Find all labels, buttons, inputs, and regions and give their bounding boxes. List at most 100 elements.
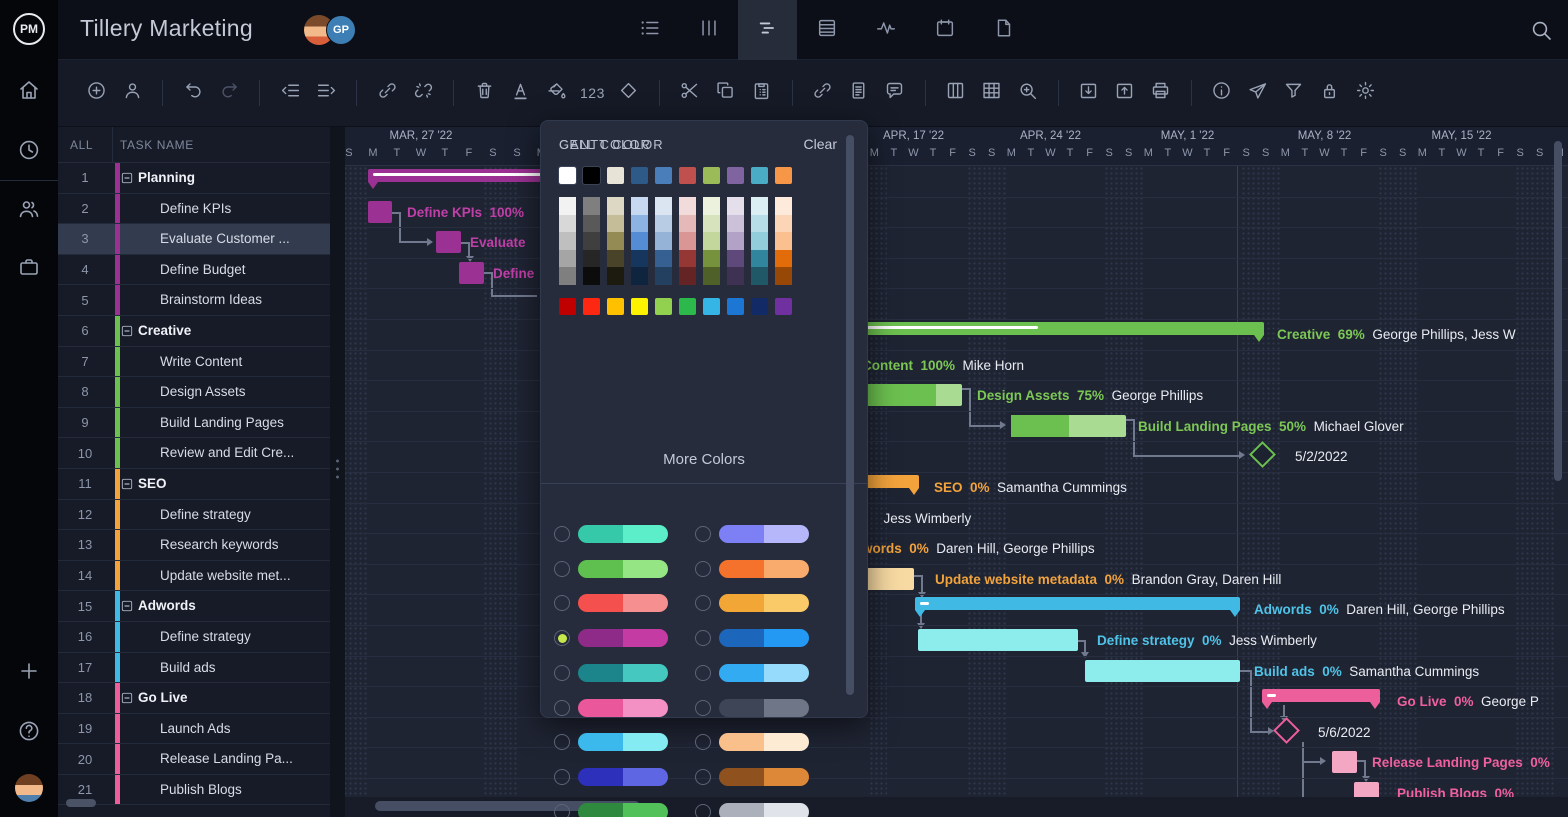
shade-column-1[interactable] <box>583 197 600 285</box>
task-row-10[interactable]: 10 Review and Edit Cre... <box>58 438 330 469</box>
collapse-icon[interactable] <box>120 171 134 185</box>
copy-button[interactable] <box>708 75 744 111</box>
radio-button[interactable] <box>695 526 711 542</box>
standard-color-swatch-3[interactable] <box>631 298 648 315</box>
gantt-color-option-right-4[interactable] <box>695 664 809 682</box>
gantt-color-option-right-1[interactable] <box>695 560 809 578</box>
task-row-14[interactable]: 14 Update website met... <box>58 561 330 592</box>
shade-column-0[interactable] <box>559 197 576 285</box>
radio-button[interactable] <box>554 665 570 681</box>
radio-button[interactable] <box>695 804 711 817</box>
attachment-button[interactable] <box>805 75 841 111</box>
task-row-21[interactable]: 21 Publish Blogs <box>58 775 330 806</box>
summary-bar-Go Live[interactable] <box>1262 689 1380 702</box>
summary-bar-Adwords[interactable] <box>915 597 1240 610</box>
gantt-color-option-left-1[interactable] <box>554 560 668 578</box>
gantt-color-option-right-3[interactable] <box>695 629 809 647</box>
collapse-icon[interactable] <box>120 324 134 338</box>
standard-color-swatch-9[interactable] <box>775 298 792 315</box>
theme-color-swatch-9[interactable] <box>775 167 792 184</box>
task-bar-Define[interactable] <box>459 262 484 284</box>
gantt-color-option-left-8[interactable] <box>554 803 668 817</box>
summary-bar-Creative[interactable] <box>855 322 1264 335</box>
radio-button[interactable] <box>554 734 570 750</box>
view-tab-page[interactable] <box>974 0 1033 60</box>
task-row-15[interactable]: 15 Adwords <box>58 591 330 622</box>
radio-button[interactable] <box>695 561 711 577</box>
settings-button[interactable] <box>1348 75 1384 111</box>
user-avatar[interactable] <box>15 774 43 802</box>
task-bar-Build ads[interactable] <box>1085 660 1240 682</box>
task-row-3[interactable]: 3 Evaluate Customer ... <box>58 224 330 255</box>
pm-logo[interactable]: PM <box>13 13 45 45</box>
view-tab-board[interactable] <box>679 0 738 60</box>
clock-icon[interactable] <box>17 138 41 162</box>
gantt-color-option-left-2[interactable] <box>554 594 668 612</box>
gantt-vertical-scrollbar[interactable] <box>1554 141 1562 481</box>
standard-color-swatch-1[interactable] <box>583 298 600 315</box>
radio-button[interactable] <box>554 595 570 611</box>
shade-column-5[interactable] <box>679 197 696 285</box>
lock-button[interactable] <box>1312 75 1348 111</box>
font-color-button[interactable] <box>502 75 538 111</box>
task-row-12[interactable]: 12 Define strategy <box>58 500 330 531</box>
shade-column-8[interactable] <box>751 197 768 285</box>
view-tab-activity[interactable] <box>856 0 915 60</box>
radio-button[interactable] <box>695 665 711 681</box>
more-colors-button[interactable]: More Colors <box>541 451 867 468</box>
unlink-tasks-button[interactable] <box>405 75 441 111</box>
milestone-button[interactable] <box>611 75 647 111</box>
table-horizontal-scrollbar[interactable] <box>66 799 96 807</box>
radio-button[interactable] <box>554 561 570 577</box>
standard-color-swatch-6[interactable] <box>703 298 720 315</box>
assign-user-button[interactable] <box>114 75 150 111</box>
view-tab-gantt[interactable] <box>738 0 797 60</box>
theme-color-swatch-5[interactable] <box>679 167 696 184</box>
task-row-1[interactable]: 1 Planning <box>58 163 330 194</box>
gantt-color-option-right-8[interactable] <box>695 803 809 817</box>
task-row-2[interactable]: 2 Define KPIs <box>58 194 330 225</box>
gantt-color-option-right-5[interactable] <box>695 699 809 717</box>
radio-button[interactable] <box>554 804 570 817</box>
radio-button[interactable] <box>695 700 711 716</box>
info-button[interactable] <box>1204 75 1240 111</box>
task-row-6[interactable]: 6 Creative <box>58 316 330 347</box>
outdent-button[interactable] <box>272 75 308 111</box>
task-row-5[interactable]: 5 Brainstorm Ideas <box>58 285 330 316</box>
cut-button[interactable] <box>672 75 708 111</box>
gantt-color-option-left-3[interactable] <box>554 629 668 647</box>
fill-color-button[interactable] <box>538 75 574 111</box>
portfolio-icon[interactable] <box>17 255 41 279</box>
zoom-in-button[interactable] <box>1010 75 1046 111</box>
radio-button[interactable] <box>695 630 711 646</box>
theme-color-swatch-2[interactable] <box>607 167 624 184</box>
task-row-20[interactable]: 20 Release Landing Pa... <box>58 744 330 775</box>
task-row-16[interactable]: 16 Define strategy <box>58 622 330 653</box>
task-row-8[interactable]: 8 Design Assets <box>58 377 330 408</box>
gantt-color-option-right-2[interactable] <box>695 594 809 612</box>
shade-column-4[interactable] <box>655 197 672 285</box>
print-button[interactable] <box>1143 75 1179 111</box>
collapse-icon[interactable] <box>120 477 134 491</box>
radio-button[interactable] <box>695 769 711 785</box>
theme-color-swatch-6[interactable] <box>703 167 720 184</box>
redo-button[interactable] <box>211 75 247 111</box>
home-icon[interactable] <box>17 78 41 102</box>
gantt-color-option-right-7[interactable] <box>695 768 809 786</box>
filter-button[interactable] <box>1276 75 1312 111</box>
summary-bar-planning[interactable] <box>368 169 568 182</box>
project-title[interactable]: Tillery Marketing <box>80 15 253 42</box>
task-row-11[interactable]: 11 SEO <box>58 469 330 500</box>
radio-button[interactable] <box>695 734 711 750</box>
radio-button[interactable] <box>554 769 570 785</box>
share-button[interactable] <box>1240 75 1276 111</box>
columns-button[interactable] <box>938 75 974 111</box>
task-row-18[interactable]: 18 Go Live <box>58 683 330 714</box>
search-icon[interactable] <box>1529 18 1553 42</box>
member-avatar-initials[interactable]: GP <box>326 15 356 45</box>
standard-color-swatch-5[interactable] <box>679 298 696 315</box>
standard-color-swatch-4[interactable] <box>655 298 672 315</box>
gantt-color-option-left-7[interactable] <box>554 768 668 786</box>
export-button[interactable] <box>1107 75 1143 111</box>
view-tab-sheet[interactable] <box>797 0 856 60</box>
